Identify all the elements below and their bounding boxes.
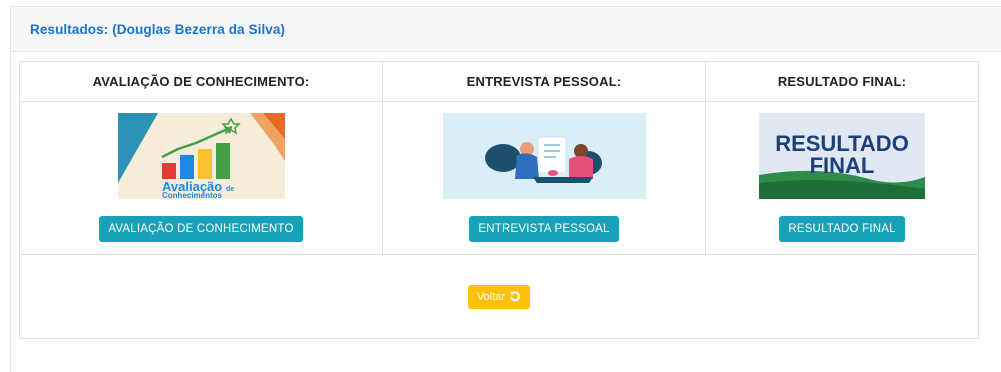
cell-resultado: RESULTADO FINAL RESULTADO FINAL <box>705 101 979 255</box>
undo-icon <box>510 290 520 301</box>
footer-cell: Voltar <box>19 254 979 339</box>
cell-avaliacao: Avaliação de Conhecimentos AVALIAÇÃO DE … <box>19 101 383 255</box>
voltar-label: Voltar <box>476 290 506 303</box>
entrevista-pessoal-button[interactable]: ENTREVISTA PESSOAL <box>469 216 619 242</box>
header-entrevista: ENTREVISTA PESSOAL: <box>382 61 706 102</box>
voltar-button[interactable]: Voltar <box>467 284 531 309</box>
table-header-row: AVALIAÇÃO DE CONHECIMENTO: ENTREVISTA PE… <box>19 61 979 102</box>
resultado-final-image: RESULTADO FINAL <box>759 113 925 199</box>
resultado-final-button[interactable]: RESULTADO FINAL <box>779 216 905 242</box>
results-table: AVALIAÇÃO DE CONHECIMENTO: ENTREVISTA PE… <box>19 61 979 339</box>
table-row: Avaliação de Conhecimentos AVALIAÇÃO DE … <box>19 101 979 255</box>
header-avaliacao: AVALIAÇÃO DE CONHECIMENTO: <box>19 61 383 102</box>
avaliacao-conhecimento-button[interactable]: AVALIAÇÃO DE CONHECIMENTO <box>99 216 303 242</box>
avaliacao-image: Avaliação de Conhecimentos <box>117 113 285 199</box>
card-title: Resultados: (Douglas Bezerra da Silva) <box>30 21 286 37</box>
avaliacao-image-de: de <box>226 186 234 193</box>
header-resultado: RESULTADO FINAL: <box>705 61 979 102</box>
card-header: Resultados: (Douglas Bezerra da Silva) <box>11 7 1001 52</box>
cell-entrevista: ENTREVISTA PESSOAL <box>382 101 706 255</box>
entrevista-image <box>442 113 646 199</box>
resultado-image-line2: FINAL <box>810 153 875 178</box>
avaliacao-image-subtitle: Conhecimentos <box>162 191 223 199</box>
table-footer-row: Voltar <box>19 254 979 339</box>
